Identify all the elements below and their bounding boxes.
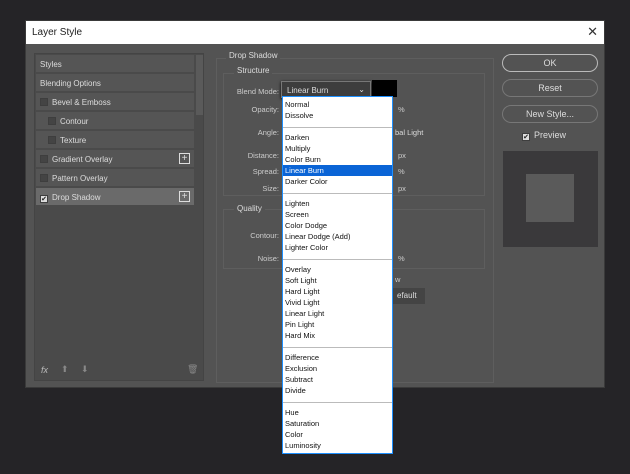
noise-unit: % xyxy=(398,254,405,263)
menu-item[interactable]: Exclusion xyxy=(283,363,392,374)
style-bevel-emboss[interactable]: Bevel & Emboss xyxy=(36,93,194,111)
move-down-icon[interactable]: ⬇ xyxy=(81,364,89,375)
size-unit: px xyxy=(398,184,406,193)
distance-unit: px xyxy=(398,151,406,160)
distance-label: Distance: xyxy=(219,151,279,160)
style-gradient-overlay[interactable]: Gradient Overlay + xyxy=(36,150,194,168)
styles-header[interactable]: Styles xyxy=(36,55,194,73)
select-value: Linear Burn xyxy=(287,86,328,95)
style-texture[interactable]: Texture xyxy=(36,131,194,149)
preview-thumbnail xyxy=(503,151,598,247)
style-pattern-overlay[interactable]: Pattern Overlay xyxy=(36,169,194,187)
item-label: Gradient Overlay xyxy=(52,155,112,164)
checkbox[interactable] xyxy=(48,117,56,125)
shadow-color-swatch[interactable] xyxy=(372,80,397,97)
global-light-label[interactable]: bal Light xyxy=(395,128,423,137)
spread-label: Spread: xyxy=(219,167,279,176)
menu-item[interactable]: Hard Mix xyxy=(283,330,392,341)
trash-icon[interactable]: 🗑 xyxy=(187,364,198,375)
blending-options[interactable]: Blending Options xyxy=(36,74,194,92)
menu-item[interactable]: Color Dodge xyxy=(283,220,392,231)
preview-label: Preview xyxy=(534,130,566,140)
angle-label: Angle: xyxy=(219,128,279,137)
menu-item[interactable]: Linear Burn xyxy=(283,165,392,176)
item-label: Contour xyxy=(60,117,88,126)
checkbox-checked[interactable]: ✔ xyxy=(40,195,48,203)
menu-item[interactable]: Linear Dodge (Add) xyxy=(283,231,392,242)
menu-item[interactable]: Hue xyxy=(283,407,392,418)
new-style-button[interactable]: New Style... xyxy=(502,105,598,123)
styles-list: Styles Blending Options Bevel & Emboss C… xyxy=(34,53,204,381)
menu-item[interactable]: Darken xyxy=(283,132,392,143)
section-title: Drop Shadow xyxy=(226,51,280,60)
title-bar: Layer Style ✕ xyxy=(26,21,604,44)
item-label: Bevel & Emboss xyxy=(52,98,111,107)
style-contour[interactable]: Contour xyxy=(36,112,194,130)
menu-item[interactable]: Soft Light xyxy=(283,275,392,286)
menu-item[interactable]: Dissolve xyxy=(283,110,392,121)
blend-mode-dropdown: NormalDissolveDarkenMultiplyColor BurnLi… xyxy=(282,96,393,454)
dialog-title: Layer Style xyxy=(32,27,82,38)
item-label: Texture xyxy=(60,136,86,145)
menu-item[interactable]: Vivid Light xyxy=(283,297,392,308)
item-label: Drop Shadow xyxy=(52,193,100,202)
knockout-label[interactable]: w xyxy=(395,275,400,284)
checkbox[interactable] xyxy=(40,174,48,182)
item-label: Pattern Overlay xyxy=(52,174,108,183)
menu-separator xyxy=(283,396,392,407)
menu-item[interactable]: Linear Light xyxy=(283,308,392,319)
menu-item[interactable]: Pin Light xyxy=(283,319,392,330)
menu-separator xyxy=(283,253,392,264)
menu-item[interactable]: Color xyxy=(283,429,392,440)
checkbox[interactable] xyxy=(48,136,56,144)
menu-item[interactable]: Screen xyxy=(283,209,392,220)
checkbox-checked[interactable]: ✔ xyxy=(522,133,530,141)
checkbox[interactable] xyxy=(40,155,48,163)
menu-item[interactable]: Lighten xyxy=(283,198,392,209)
opacity-label: Opacity: xyxy=(219,105,279,114)
menu-separator xyxy=(283,187,392,198)
size-label: Size: xyxy=(219,184,279,193)
menu-item[interactable]: Multiply xyxy=(283,143,392,154)
menu-item[interactable]: Subtract xyxy=(283,374,392,385)
menu-separator xyxy=(283,341,392,352)
contour-label: Contour: xyxy=(219,231,279,240)
item-label: Blending Options xyxy=(40,79,101,88)
add-icon[interactable]: + xyxy=(179,191,190,202)
menu-item[interactable]: Luminosity xyxy=(283,440,392,451)
structure-label: Structure xyxy=(234,66,272,75)
move-up-icon[interactable]: ⬆ xyxy=(61,364,69,375)
close-icon[interactable]: ✕ xyxy=(587,24,598,40)
menu-item[interactable]: Overlay xyxy=(283,264,392,275)
menu-item[interactable]: Divide xyxy=(283,385,392,396)
add-icon[interactable]: + xyxy=(179,153,190,164)
preview-checkbox[interactable]: ✔ Preview xyxy=(522,130,566,141)
blend-mode-label: Blend Mode: xyxy=(219,87,279,96)
scrollbar[interactable] xyxy=(196,55,203,115)
menu-item[interactable]: Difference xyxy=(283,352,392,363)
menu-item[interactable]: Hard Light xyxy=(283,286,392,297)
chevron-down-icon: ⌄ xyxy=(358,85,365,94)
menu-separator xyxy=(283,121,392,132)
fx-icon[interactable]: fx xyxy=(41,365,48,375)
menu-item[interactable]: Saturation xyxy=(283,418,392,429)
noise-label: Noise: xyxy=(219,254,279,263)
reset-button[interactable]: Reset xyxy=(502,79,598,97)
menu-item[interactable]: Color Burn xyxy=(283,154,392,165)
checkbox[interactable] xyxy=(40,98,48,106)
ok-button[interactable]: OK xyxy=(502,54,598,72)
style-drop-shadow[interactable]: ✔ Drop Shadow + xyxy=(36,188,194,206)
item-label: Styles xyxy=(40,60,62,69)
menu-item[interactable]: Normal xyxy=(283,99,392,110)
menu-item[interactable]: Lighter Color xyxy=(283,242,392,253)
menu-item[interactable]: Darker Color xyxy=(283,176,392,187)
spread-unit: % xyxy=(398,167,405,176)
quality-label: Quality xyxy=(234,204,265,213)
preview-square xyxy=(526,174,574,222)
opacity-unit: % xyxy=(398,105,405,114)
button-label: efault xyxy=(397,291,417,300)
